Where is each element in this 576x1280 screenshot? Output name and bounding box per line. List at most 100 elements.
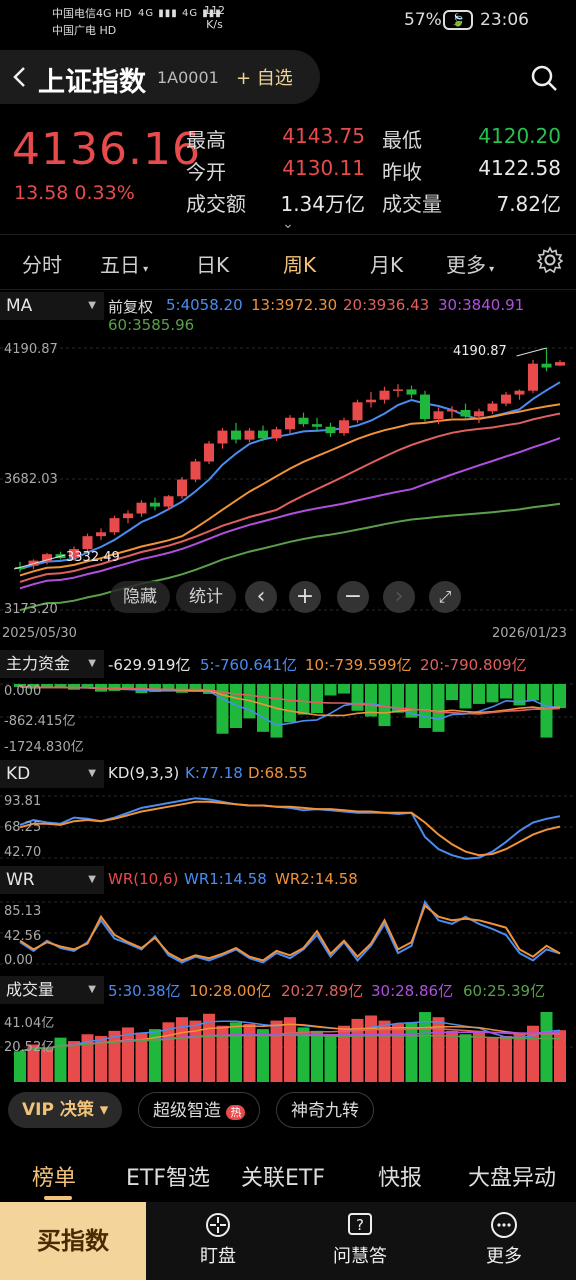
gear-icon[interactable] [536,246,564,274]
open-value: 4130.11 [282,156,365,180]
prev-close-value: 4122.58 [478,156,561,180]
chevron-down-icon[interactable]: ⌄ [276,216,300,232]
tab-monthly-k[interactable]: 月K [370,249,403,278]
wrchart-wr1-line [19,899,561,964]
vol-ma10: 10:28.00亿 [189,982,272,1000]
page-title: 上证指数 [38,67,146,98]
fund-bar [432,684,445,732]
tab-related-etf[interactable]: 关联ETF [241,1160,325,1192]
hide-button[interactable]: 隐藏 [110,581,170,613]
ma20-value: 20:3936.43 [343,296,430,314]
candle [177,479,187,497]
low-value: 4120.20 [478,124,561,148]
volume-chart [0,1012,576,1082]
stock-code: 1A0001 [157,68,219,87]
vol-ma60: 60:25.39亿 [463,982,546,1000]
more-button[interactable]: 更多 [464,1202,544,1268]
high-marker-line [516,347,547,357]
fund-bar [527,684,539,701]
watch-button[interactable]: 盯盘 [178,1202,258,1268]
volume-bar [162,1022,175,1082]
wr1-value: WR1:14.58 [184,870,267,888]
fund-flow-chart [0,683,576,738]
volume-bar [270,1020,283,1082]
adjust-mode[interactable]: 前复权 [108,296,153,317]
search-icon[interactable] [528,62,560,94]
candle [244,430,255,440]
candle [433,411,444,420]
ask-button[interactable]: ? 问慧答 [320,1202,400,1268]
scroll-right-icon[interactable]: › [383,581,415,613]
tab-market-moves[interactable]: 大盘异动 [468,1160,556,1192]
fund-bar [311,684,323,714]
zoom-out-icon[interactable]: − [337,581,369,613]
tab-more[interactable]: 更多 ▾ [446,249,494,278]
ma-header: MA ▼ 前复权 5:4058.20 13:3972.30 20:3936.43 … [0,292,576,334]
ma-indicator-button[interactable]: MA ▼ [0,292,104,320]
fund-bar [459,684,472,709]
date-end: 2026/01/23 [492,626,567,641]
magic-nine-button[interactable]: 神奇九转 [276,1092,374,1128]
candle [312,424,322,427]
hot-badge: 热 [226,1105,246,1120]
tools-row: VIP 决策 ▾ 超级智造 热 神奇九转 [0,1090,576,1130]
candle [271,429,282,439]
wr-y-bottom: 0.00 [4,953,33,968]
buy-index-button[interactable]: 买指数 [0,1202,146,1280]
wr-indicator-button[interactable]: WR ▼ [0,866,104,894]
tab-ranking[interactable]: 榜单 [32,1160,76,1192]
add-watchlist-button[interactable]: + 自选 [236,64,293,90]
ma60-value: 60:3585.96 [108,316,195,334]
title-bar: 上证指数 1A0001 + 自选 [0,50,320,104]
candle [460,410,471,417]
candle [325,426,336,434]
scroll-left-icon[interactable]: ‹ [245,581,277,613]
fund-bar [419,684,431,729]
kd-y-bottom: 42.70 [4,845,42,860]
carrier-1: 中国电信4G HD [52,7,132,20]
candle [339,420,349,434]
vol-ma20: 20:27.89亿 [281,982,364,1000]
volume-bar [446,1030,458,1082]
volume-bar [243,1024,256,1082]
period-tabs: 分时 五日 ▾ 日K 周K 月K 更多 ▾ [0,234,576,290]
zoom-in-icon[interactable]: + [289,581,321,613]
volume-indicator-button[interactable]: 成交量 ▼ [0,976,104,1004]
vip-decision-button[interactable]: VIP 决策 ▾ [8,1092,123,1128]
candle [528,363,538,391]
candle [447,410,457,412]
candle [555,362,565,366]
candle [420,394,430,420]
tab-five-day[interactable]: 五日 ▾ [100,249,148,278]
wr-y-mid: 42.56 [4,929,42,944]
tab-weekly-k[interactable]: 周K [283,249,316,278]
volume-label: 成交量 [382,192,442,216]
ma5-value: 5:4058.20 [166,296,243,314]
vol-y-top: 41.04亿 [4,1016,55,1031]
chevron-left-icon[interactable] [8,64,34,90]
candle [406,389,417,395]
kd-indicator-button[interactable]: KD ▼ [0,760,104,788]
candle [541,363,552,368]
turnover-label: 成交额 [186,192,246,216]
tab-flash-news[interactable]: 快报 [378,1160,422,1192]
tab-etf-pick[interactable]: ETF智选 [126,1160,210,1192]
volume-bar [257,1029,269,1082]
question-icon: ? [348,1213,372,1235]
fund-bar [297,684,310,715]
stats-button[interactable]: 统计 [176,581,236,613]
volume-bar [230,1022,242,1082]
tab-daily-k[interactable]: 日K [196,249,229,278]
super-tool-button[interactable]: 超级智造 热 [138,1092,261,1128]
candle [231,430,241,440]
fullscreen-icon[interactable]: ⤢ [429,581,461,613]
fund-bar [486,684,499,703]
date-start: 2025/05/30 [2,626,77,641]
fund-bar [351,684,364,711]
fund-indicator-button[interactable]: 主力资金 ▼ [0,650,104,678]
candle [136,502,147,514]
tab-intraday[interactable]: 分时 [22,249,62,278]
candlestick-chart[interactable] [0,338,576,620]
fund-bar [446,684,458,701]
wr-param: WR(10,6) [108,870,179,888]
